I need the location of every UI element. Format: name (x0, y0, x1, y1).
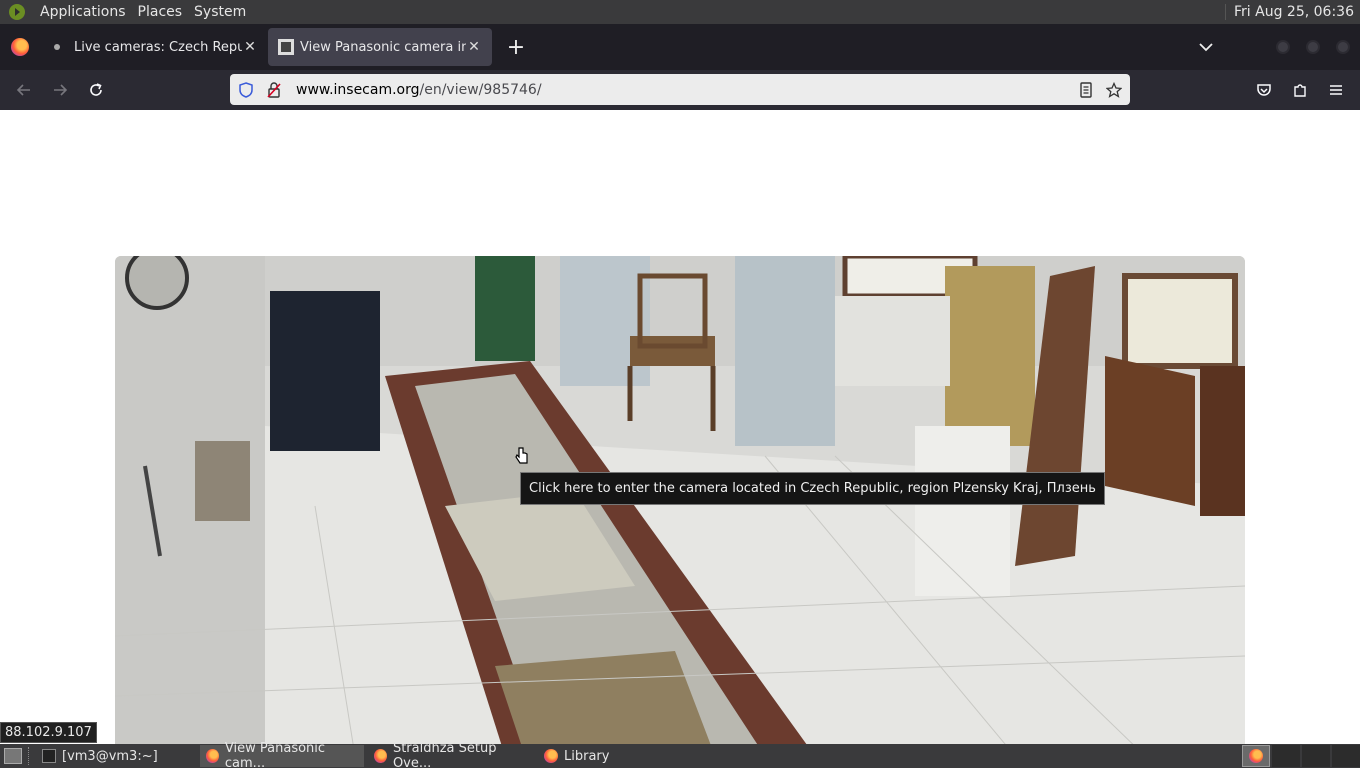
firefox-icon (206, 749, 219, 763)
panel-separator (28, 747, 32, 765)
camera-tooltip: Click here to enter the camera located i… (520, 472, 1105, 505)
tab-live-cameras[interactable]: Live cameras: Czech Republ ✕ (40, 28, 268, 66)
hamburger-menu-icon (1330, 85, 1342, 95)
app-menu-button[interactable] (1318, 74, 1354, 106)
taskbar-item-library[interactable]: Library (538, 745, 615, 767)
tracking-protection-shield-icon[interactable] (232, 81, 260, 98)
insecam-favicon-icon (278, 39, 294, 55)
reload-button[interactable] (78, 74, 114, 106)
top-panel: Applications Places System Fri Aug 25, 0… (0, 0, 1360, 24)
workspace-1-button[interactable] (1242, 745, 1270, 767)
arrow-left-icon (16, 84, 30, 96)
insecure-lock-icon[interactable] (260, 81, 288, 98)
taskbar-item-label: [vm3@vm3:~] (62, 748, 158, 764)
tab-strip: Live cameras: Czech Republ ✕ View Panaso… (0, 24, 1360, 70)
show-desktop-icon[interactable] (4, 748, 22, 764)
tab-title: View Panasonic camera in C (300, 39, 466, 55)
navigation-bar: www.insecam.org/en/view/985746/ (0, 70, 1360, 110)
taskbar-item-view-panasonic[interactable]: View Panasonic cam... (200, 741, 364, 771)
page-content: Click here to enter the camera located i… (0, 110, 1360, 744)
url-path: /en/view/985746/ (419, 81, 542, 98)
chevron-down-icon (1199, 43, 1213, 52)
pocket-button[interactable] (1246, 74, 1282, 106)
maximize-window-button[interactable] (1306, 40, 1320, 54)
url-domain: www.insecam.org (296, 81, 420, 98)
system-menu[interactable]: System (188, 4, 252, 20)
url-bar[interactable]: www.insecam.org/en/view/985746/ (230, 74, 1130, 105)
tab-loading-dot (54, 44, 60, 50)
bottom-taskbar: [vm3@vm3:~] View Panasonic cam... Strald… (0, 741, 1360, 771)
taskbar-item-straldhza[interactable]: Straldhza Setup Ove... (368, 741, 534, 771)
workspace-4-button[interactable] (1332, 745, 1360, 767)
hand-cursor-icon (515, 447, 528, 464)
clock[interactable]: Fri Aug 25, 06:36 (1225, 4, 1360, 20)
reader-view-icon[interactable] (1072, 81, 1100, 98)
taskbar-item-label: View Panasonic cam... (224, 741, 326, 771)
firefox-icon (1249, 749, 1263, 763)
tab-title: Live cameras: Czech Republ (74, 39, 242, 55)
firefox-icon (374, 749, 387, 763)
new-tab-button[interactable]: + (498, 29, 534, 65)
extensions-button[interactable] (1282, 74, 1318, 106)
firefox-icon (11, 38, 29, 56)
close-tab-icon[interactable]: ✕ (242, 39, 258, 55)
minimize-window-button[interactable] (1276, 40, 1290, 54)
reload-icon (90, 83, 102, 96)
distro-logo-icon[interactable] (6, 1, 28, 23)
url-text[interactable]: www.insecam.org/en/view/985746/ (296, 82, 542, 98)
taskbar-item-label: Straldhza Setup Ove... (392, 741, 497, 771)
taskbar-item-terminal[interactable]: [vm3@vm3:~] (36, 745, 196, 767)
puzzle-icon (1294, 84, 1306, 97)
workspace-2-button[interactable] (1272, 745, 1300, 767)
forward-button[interactable] (42, 74, 78, 106)
close-tab-icon[interactable]: ✕ (466, 39, 482, 55)
pocket-icon (1257, 84, 1271, 96)
taskbar-item-label: Library (564, 748, 610, 764)
arrow-right-icon (54, 84, 68, 96)
back-button[interactable] (6, 74, 42, 106)
firefox-view-button[interactable] (0, 24, 40, 70)
terminal-icon (42, 749, 56, 763)
firefox-icon (544, 749, 558, 763)
bookmark-star-icon[interactable] (1100, 81, 1128, 98)
workspace-3-button[interactable] (1302, 745, 1330, 767)
link-status-bar: 88.102.9.107 (0, 722, 97, 743)
tab-view-panasonic[interactable]: View Panasonic camera in C ✕ (268, 28, 492, 66)
applications-menu[interactable]: Applications (34, 4, 132, 20)
list-all-tabs-button[interactable] (1188, 42, 1224, 52)
places-menu[interactable]: Places (132, 4, 189, 20)
close-window-button[interactable] (1336, 40, 1350, 54)
